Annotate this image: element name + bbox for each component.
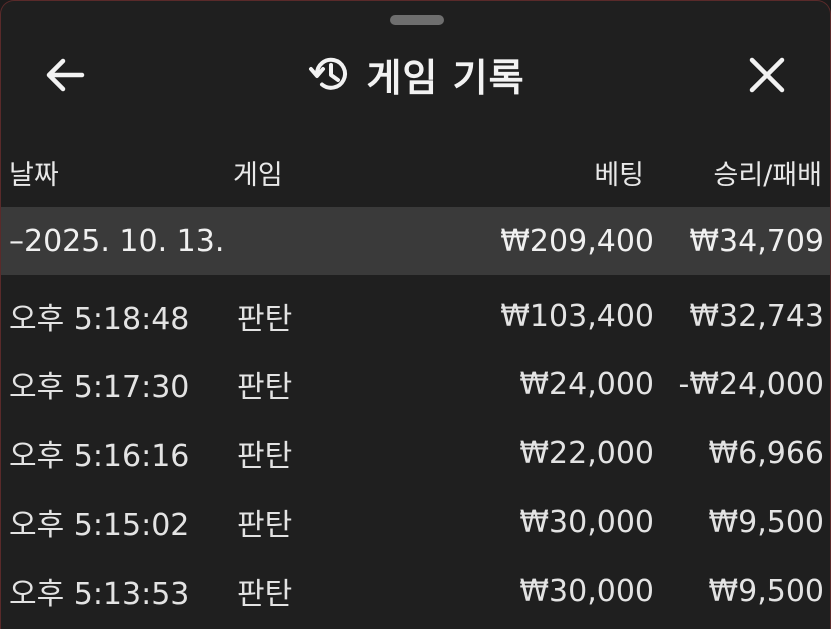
drag-handle[interactable] bbox=[390, 15, 444, 25]
row-result: ₩9,500 bbox=[708, 504, 824, 540]
row-result: ₩6,966 bbox=[708, 435, 824, 471]
row-result: ₩32,743 bbox=[689, 298, 824, 334]
group-result-total: ₩34,709 bbox=[689, 223, 824, 259]
group-date: –2025. 10. 13. bbox=[9, 223, 225, 259]
close-button[interactable] bbox=[737, 45, 797, 105]
row-bet: ₩30,000 bbox=[519, 504, 654, 540]
column-header-result[interactable]: 승리/패배 bbox=[714, 147, 822, 197]
game-history-sheet: 게임 기록 날짜 게임 베팅 승리/패배 –2025. 10. 13. ₩209… bbox=[0, 0, 831, 629]
row-time: 오후 5:18:48 bbox=[9, 302, 190, 337]
row-result: -₩24,000 bbox=[678, 366, 824, 402]
row-game: 판탄 bbox=[237, 370, 293, 405]
row-time: 오후 5:17:30 bbox=[9, 370, 190, 405]
row-time: 오후 5:13:53 bbox=[9, 577, 190, 612]
row-game: 판탄 bbox=[237, 577, 293, 612]
row-time: 오후 5:16:16 bbox=[9, 439, 190, 474]
table-row[interactable]: 오후 5:13:53 판탄 ₩30,000 ₩9,500 bbox=[1, 557, 830, 625]
table-row[interactable]: 오후 5:17:30 판탄 ₩24,000 -₩24,000 bbox=[1, 350, 830, 418]
row-result: ₩9,500 bbox=[708, 573, 824, 609]
header: 게임 기록 bbox=[1, 37, 830, 109]
row-game: 판탄 bbox=[237, 508, 293, 543]
page-title: 게임 기록 bbox=[366, 55, 525, 100]
row-time: 오후 5:15:02 bbox=[9, 508, 190, 543]
group-bet-total: ₩209,400 bbox=[500, 223, 654, 259]
row-bet: ₩24,000 bbox=[519, 366, 654, 402]
column-header-date[interactable]: 날짜 bbox=[9, 147, 59, 197]
title-group: 게임 기록 bbox=[1, 49, 830, 100]
row-bet: ₩103,400 bbox=[500, 298, 654, 334]
history-icon bbox=[309, 57, 348, 90]
column-header-game[interactable]: 게임 bbox=[233, 147, 283, 197]
row-game: 판탄 bbox=[237, 302, 293, 337]
table-row[interactable]: 오후 5:18:48 판탄 ₩103,400 ₩32,743 bbox=[1, 282, 830, 350]
table-row[interactable]: 오후 5:15:02 판탄 ₩30,000 ₩9,500 bbox=[1, 488, 830, 556]
row-game: 판탄 bbox=[237, 439, 293, 474]
column-header-bet[interactable]: 베팅 bbox=[594, 147, 644, 197]
close-icon bbox=[749, 57, 785, 93]
row-bet: ₩30,000 bbox=[519, 573, 654, 609]
row-bet: ₩22,000 bbox=[519, 435, 654, 471]
date-group-row[interactable]: –2025. 10. 13. ₩209,400 ₩34,709 bbox=[1, 207, 830, 275]
table-row[interactable]: 오후 5:16:16 판탄 ₩22,000 ₩6,966 bbox=[1, 419, 830, 487]
